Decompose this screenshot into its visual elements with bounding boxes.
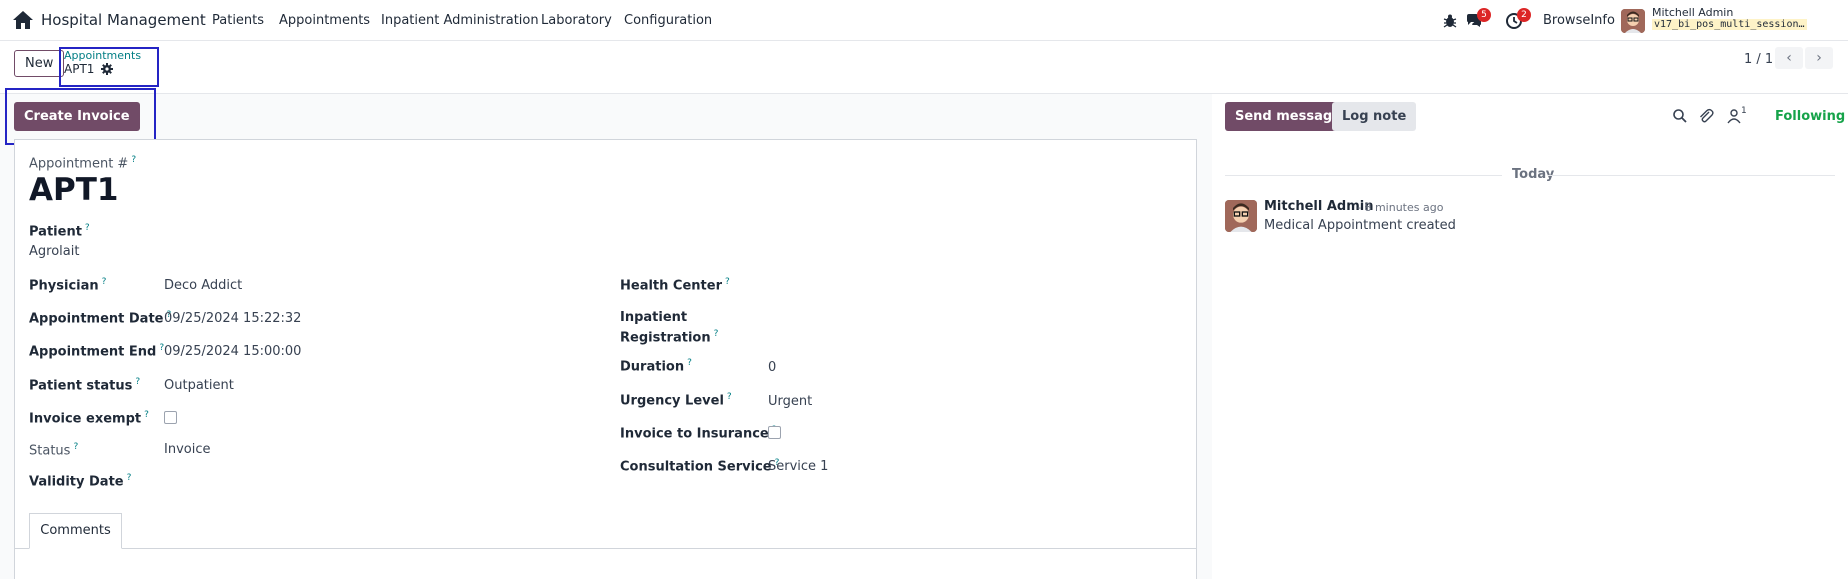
invoice-to-insurance-label: Invoice to Insurance?	[620, 425, 777, 442]
patient-field[interactable]: Agrolait	[29, 244, 79, 259]
patient-status-field[interactable]: Outpatient	[164, 378, 234, 393]
menu-laboratory[interactable]: Laboratory	[541, 13, 612, 28]
tab-comments[interactable]: Comments	[29, 513, 122, 549]
breadcrumb-appointments[interactable]: Appointments	[64, 49, 141, 62]
log-note-button[interactable]: Log note	[1332, 102, 1417, 131]
user-name[interactable]: Mitchell Admin	[1652, 6, 1733, 19]
status-field: Invoice	[164, 442, 211, 457]
chevron-left-icon[interactable]: ‹	[1775, 47, 1803, 69]
appointment-end-field[interactable]: 09/25/2024 15:00:00	[164, 344, 301, 359]
physician-label: Physician?	[29, 277, 107, 294]
paperclip-icon[interactable]	[1698, 108, 1714, 124]
app-title[interactable]: Hospital Management	[41, 11, 206, 29]
activities-badge: 2	[1517, 8, 1531, 22]
menu-inpatient-administration[interactable]: Inpatient Administration	[381, 13, 539, 28]
menu-appointments[interactable]: Appointments	[279, 13, 370, 28]
menu-patients[interactable]: Patients	[212, 13, 264, 28]
message-body: Medical Appointment created	[1264, 218, 1456, 233]
menu-configuration[interactable]: Configuration	[624, 13, 712, 28]
patient-status-label: Patient status?	[29, 377, 141, 394]
followers-count: 1	[1741, 106, 1747, 116]
home-icon[interactable]	[12, 10, 34, 30]
physician-field[interactable]: Deco Addict	[164, 278, 242, 293]
new-button[interactable]: New	[14, 50, 65, 77]
status-label: Status?	[29, 442, 79, 459]
patient-label: Patient?	[29, 223, 90, 240]
message-author-avatar[interactable]	[1225, 200, 1257, 232]
control-panel: New Appointments APT1 1 / 1 ‹ ›	[0, 41, 1848, 94]
urgency-level-label: Urgency Level?	[620, 392, 732, 409]
message-time: - 8 minutes ago	[1357, 201, 1444, 214]
pager-value[interactable]: 1 / 1	[1744, 52, 1773, 67]
invoice-exempt-checkbox[interactable]	[164, 411, 177, 424]
search-icon[interactable]	[1672, 108, 1688, 124]
health-center-label: Health Center?	[620, 277, 730, 294]
urgency-level-field[interactable]: Urgent	[768, 394, 812, 409]
gear-icon[interactable]	[101, 63, 113, 75]
duration-field[interactable]: 0	[768, 360, 776, 375]
today-divider-right	[1548, 175, 1835, 176]
appointment-number-label: Appointment #?	[29, 155, 137, 172]
user-avatar[interactable]	[1621, 9, 1645, 33]
breadcrumb-current: APT1	[64, 62, 95, 76]
today-divider-left	[1225, 175, 1502, 176]
inpatient-registration-label-line1: Inpatient	[620, 310, 688, 325]
messages-badge: 5	[1477, 8, 1491, 22]
bug-icon[interactable]	[1441, 12, 1459, 30]
appointment-date-label: Appointment Date?	[29, 310, 172, 327]
consultation-service-field[interactable]: Service 1	[768, 459, 828, 474]
appointment-number: APT1	[29, 172, 119, 208]
consultation-service-label: Consultation Service?	[620, 458, 780, 475]
database-name: v17_bi_pos_multi_session…	[1652, 19, 1807, 30]
appointment-date-field[interactable]: 09/25/2024 15:22:32	[164, 311, 301, 326]
invoice-to-insurance-checkbox[interactable]	[768, 426, 781, 439]
appointment-end-label: Appointment End?	[29, 343, 165, 360]
validity-date-label: Validity Date?	[29, 473, 132, 490]
duration-label: Duration?	[620, 358, 692, 375]
inpatient-registration-label-line2: Registration?	[620, 329, 719, 346]
tabs-divider	[14, 548, 1197, 549]
company-switcher[interactable]: BrowseInfo	[1543, 13, 1615, 28]
chevron-right-icon[interactable]: ›	[1805, 47, 1833, 69]
followers-icon[interactable]	[1726, 108, 1742, 124]
top-navbar: Hospital Management Patients Appointment…	[0, 0, 1848, 41]
form-sheet	[14, 139, 1197, 579]
following-button[interactable]: Following	[1775, 109, 1845, 124]
create-invoice-highlight	[5, 88, 156, 145]
invoice-exempt-label: Invoice exempt?	[29, 410, 149, 427]
